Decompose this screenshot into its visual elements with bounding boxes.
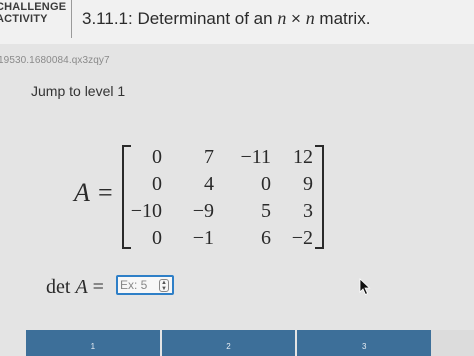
mouse-cursor-icon — [359, 278, 371, 296]
level-3-segment[interactable]: 3 — [297, 330, 432, 356]
matrix-cell-r3-c1: −10 — [130, 200, 162, 222]
activity-header: CHALLENGE ACTIVITY 3.11.1: Determinant o… — [0, 0, 474, 44]
matrix-cell-r4-c2: −1 — [192, 227, 214, 249]
matrix-cell-r1-c2: 7 — [204, 146, 214, 168]
title-prefix: 3.11.1: Determinant of an — [82, 9, 278, 28]
matrix-cell-r3-c2: −9 — [192, 200, 214, 222]
level-progress-bar: 1 2 3 — [26, 330, 432, 356]
level-1-label: 1 — [90, 342, 96, 351]
level-bar-gap — [431, 330, 474, 356]
matrix-cell-r4-c4: −2 — [291, 227, 313, 249]
title-n2: n — [305, 8, 315, 28]
matrix-cell-r3-c4: 3 — [303, 200, 313, 222]
determinant-input[interactable] — [120, 278, 160, 292]
challenge-label-line1: CHALLENGE — [0, 1, 67, 13]
activity-id: 19530.1680084.qx3zqy7 — [0, 55, 110, 66]
level-3-label: 3 — [361, 342, 367, 351]
matrix-right-bracket — [315, 145, 324, 249]
matrix-cell-r2-c1: 0 — [152, 173, 162, 195]
matrix-cell-r1-c4: 12 — [293, 146, 313, 168]
det-label-var: A — [75, 276, 88, 298]
level-1-segment[interactable]: 1 — [26, 330, 160, 356]
det-label-eq: = — [87, 276, 104, 298]
challenge-label-line2: ACTIVITY — [0, 13, 48, 25]
jump-to-level-link[interactable]: Jump to level 1 — [31, 83, 125, 99]
matrix-equals-sign: = — [98, 178, 113, 207]
matrix-variable: A — [74, 178, 90, 207]
challenge-activity-label: CHALLENGE ACTIVITY — [0, 1, 66, 25]
matrix-cell-r2-c4: 9 — [303, 173, 313, 195]
title-times: × — [286, 9, 306, 28]
level-2-label: 2 — [226, 342, 231, 351]
matrix-cell-r1-c1: 0 — [152, 146, 162, 168]
title-suffix: matrix. — [314, 9, 371, 28]
level-2-segment[interactable]: 2 — [161, 330, 296, 356]
matrix-cell-r2-c2: 4 — [204, 173, 214, 195]
header-divider — [71, 0, 72, 38]
matrix-cell-r4-c1: 0 — [152, 227, 162, 249]
spinner-down-icon[interactable]: ▼ — [160, 286, 168, 292]
activity-title: 3.11.1: Determinant of an n × n matrix. — [82, 8, 370, 29]
number-spinner[interactable]: ▲ ▼ — [159, 279, 169, 292]
determinant-label: det A = — [46, 276, 104, 299]
determinant-answer-field[interactable]: ▲ ▼ — [116, 275, 174, 295]
det-label-prefix: det — [46, 276, 76, 298]
title-n1: n — [277, 8, 287, 28]
